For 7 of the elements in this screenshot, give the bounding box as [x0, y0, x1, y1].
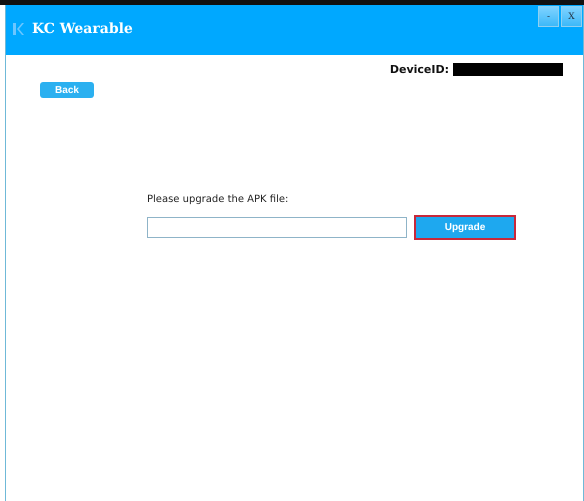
- close-button[interactable]: X: [561, 6, 582, 27]
- apk-file-field[interactable]: [147, 217, 407, 238]
- logo-icon: [12, 22, 24, 36]
- upgrade-prompt: Please upgrade the APK file:: [147, 194, 290, 205]
- device-id-label: DeviceID:: [390, 63, 449, 76]
- minimize-button[interactable]: -: [538, 6, 559, 27]
- window-title: KC Wearable: [32, 21, 133, 37]
